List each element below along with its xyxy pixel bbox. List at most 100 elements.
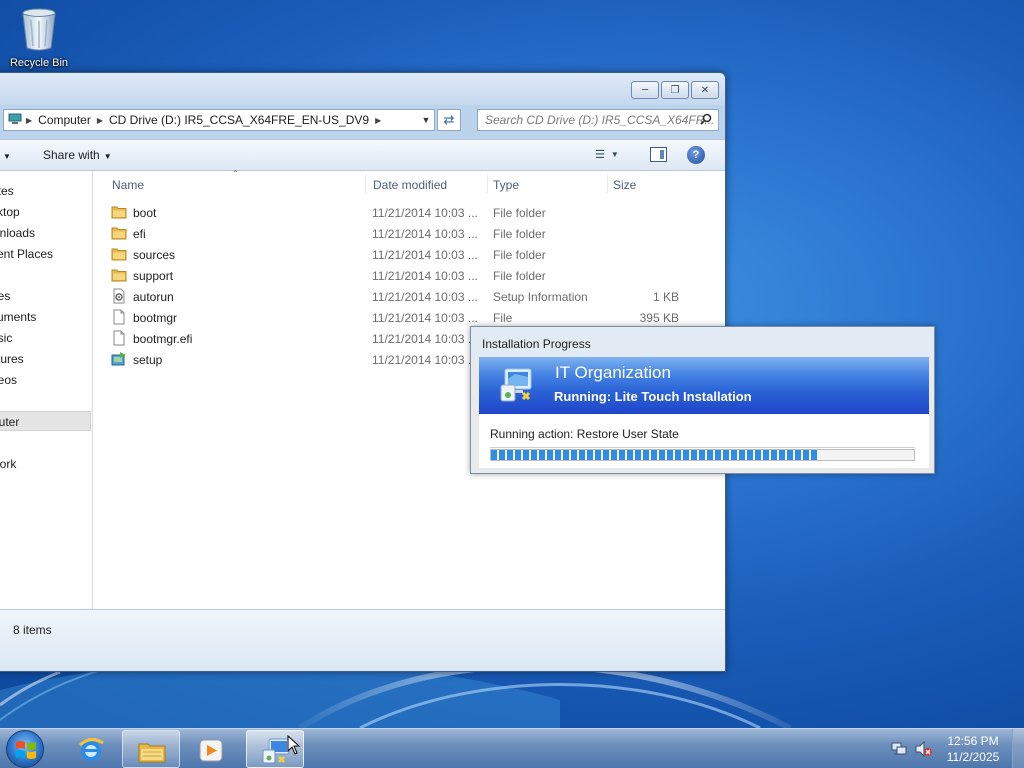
sort-ascending-icon: ⌃ <box>232 169 239 178</box>
navigation-pane: rites sktop wnloads cent Places ries cum… <box>0 171 93 609</box>
progress-bar-fill <box>491 450 817 460</box>
nav-item-downloads[interactable]: wnloads <box>0 223 91 243</box>
installation-progress-dialog[interactable]: Installation Progress IT Organization Ru… <box>470 326 935 474</box>
system-clock[interactable]: 12:56 PM 11/2/2025 <box>932 733 1014 765</box>
column-date-modified[interactable]: Date modified <box>373 178 447 192</box>
nav-item-desktop[interactable]: sktop <box>0 202 91 222</box>
taskbar-installation-progress[interactable] <box>246 730 304 768</box>
taskbar-windows-explorer[interactable] <box>122 730 180 768</box>
clock-date: 11/2/2025 <box>946 750 1000 764</box>
window-controls: ─ ❐ ✕ <box>629 81 719 99</box>
setup-icon <box>111 351 127 367</box>
file-row[interactable]: sources 11/21/2014 10:03 ... File folder <box>94 244 725 265</box>
column-type[interactable]: Type <box>493 178 519 192</box>
nav-item-videos[interactable]: deos <box>0 370 91 390</box>
windows-logo-icon <box>16 741 36 759</box>
address-row: ▶ Computer ▶ CD Drive (D:) IR5_CCSA_X64F… <box>0 106 725 138</box>
file-row[interactable]: support 11/21/2014 10:03 ... File folder <box>94 265 725 286</box>
nav-item-favorites[interactable]: rites <box>0 181 91 201</box>
file-type: File folder <box>493 269 546 283</box>
minimize-button[interactable]: ─ <box>631 81 659 99</box>
change-view-button[interactable]: ☰ ▼ <box>595 148 619 162</box>
show-desktop-button[interactable] <box>1012 729 1024 768</box>
file-date-modified: 11/21/2014 10:03 ... <box>372 206 478 220</box>
file-name[interactable]: support <box>133 269 173 283</box>
address-bar[interactable]: ▶ Computer ▶ CD Drive (D:) IR5_CCSA_X64F… <box>3 109 435 131</box>
nav-item-documents[interactable]: cuments <box>0 307 91 327</box>
folder-icon <box>111 267 127 283</box>
refresh-button[interactable]: ⇄ <box>437 109 461 131</box>
file-name[interactable]: setup <box>133 353 162 367</box>
maximize-icon: ❐ <box>670 84 680 96</box>
file-type: File folder <box>493 248 546 262</box>
file-row[interactable]: bootmgr 11/21/2014 10:03 ... File 395 KB <box>94 307 725 328</box>
folder-icon <box>111 225 127 241</box>
file-icon <box>111 330 127 346</box>
current-action: Running action: Restore User State <box>490 427 679 441</box>
nav-item-music[interactable]: usic <box>0 328 91 348</box>
clock-time: 12:56 PM <box>947 734 999 748</box>
file-date-modified: 11/21/2014 10:03 ... <box>372 332 478 346</box>
file-name[interactable]: autorun <box>133 290 174 304</box>
file-row[interactable]: autorun 11/21/2014 10:03 ... Setup Informa… <box>94 286 725 307</box>
file-type: File folder <box>493 227 546 241</box>
address-history-dropdown-icon[interactable]: ▼ <box>418 115 434 125</box>
nav-item-computer[interactable]: puter <box>0 411 91 431</box>
maximize-button[interactable]: ❐ <box>661 81 689 99</box>
file-name[interactable]: bootmgr <box>133 311 177 325</box>
file-name[interactable]: efi <box>133 227 146 241</box>
recycle-bin-icon <box>22 8 56 51</box>
internet-explorer-icon <box>78 738 104 761</box>
deployment-icon <box>500 368 532 402</box>
media-player-icon <box>199 739 223 762</box>
share-with-button[interactable]: Share with ▼ <box>43 148 112 162</box>
explorer-titlebar[interactable]: ─ ❐ ✕ <box>0 73 725 105</box>
close-button[interactable]: ✕ <box>691 81 719 99</box>
search-placeholder: Search CD Drive (D:) IR5_CCSA_X64FR... <box>485 113 715 127</box>
chevron-down-icon: ▼ <box>103 152 112 161</box>
start-button[interactable] <box>6 730 44 768</box>
breadcrumb-cd-drive[interactable]: CD Drive (D:) IR5_CCSA_X64FRE_EN-US_DV9 <box>103 113 375 127</box>
nav-item-libraries[interactable]: ries <box>0 286 91 306</box>
command-bar: ▼ Share with ▼ ☰ ▼ ? <box>0 139 725 171</box>
column-name[interactable]: Name <box>112 178 144 192</box>
minimize-icon: ─ <box>641 84 649 96</box>
help-icon[interactable]: ? <box>687 146 705 164</box>
taskbar-internet-explorer[interactable] <box>62 730 120 768</box>
file-date-modified: 11/21/2014 10:03 ... <box>372 353 478 367</box>
breadcrumb-separator-icon[interactable]: ▶ <box>375 116 381 125</box>
divider <box>490 447 915 448</box>
volume-muted-icon[interactable] <box>915 740 933 760</box>
dialog-title: Installation Progress <box>471 327 934 357</box>
folder-icon <box>111 246 127 262</box>
preview-pane-icon[interactable] <box>650 147 667 162</box>
search-icon[interactable] <box>700 113 712 128</box>
search-input[interactable]: Search CD Drive (D:) IR5_CCSA_X64FR... <box>477 109 719 131</box>
file-name[interactable]: bootmgr.efi <box>133 332 192 346</box>
nav-item-recent-places[interactable]: cent Places <box>0 244 91 264</box>
nav-item-pictures[interactable]: ctures <box>0 349 91 369</box>
column-size[interactable]: Size <box>613 178 636 192</box>
setup-info-icon <box>111 288 127 304</box>
network-icon[interactable] <box>891 741 907 760</box>
file-name[interactable]: sources <box>133 248 175 262</box>
computer-small-icon <box>8 113 22 127</box>
item-count: 8 items <box>13 623 52 637</box>
taskbar-media-player[interactable] <box>182 730 240 768</box>
organization-name: IT Organization <box>555 363 671 382</box>
taskbar: 12:56 PM 11/2/2025 <box>0 728 1024 768</box>
file-row[interactable]: boot 11/21/2014 10:03 ... File folder <box>94 202 725 223</box>
recycle-bin-label: Recycle Bin <box>9 57 69 69</box>
share-with-label: Share with <box>43 148 100 162</box>
file-row[interactable]: efi 11/21/2014 10:03 ... File folder <box>94 223 725 244</box>
refresh-icon: ⇄ <box>443 112 455 128</box>
file-type: Setup Information <box>493 290 588 304</box>
breadcrumb-computer[interactable]: Computer <box>32 113 97 127</box>
organize-dropdown-icon[interactable]: ▼ <box>0 148 11 162</box>
mouse-cursor-icon <box>287 735 301 755</box>
folder-icon <box>111 204 127 220</box>
recycle-bin-shortcut[interactable]: Recycle Bin <box>4 6 74 69</box>
file-date-modified: 11/21/2014 10:03 ... <box>372 269 478 283</box>
file-name[interactable]: boot <box>133 206 156 220</box>
nav-item-network[interactable]: work <box>0 454 91 474</box>
